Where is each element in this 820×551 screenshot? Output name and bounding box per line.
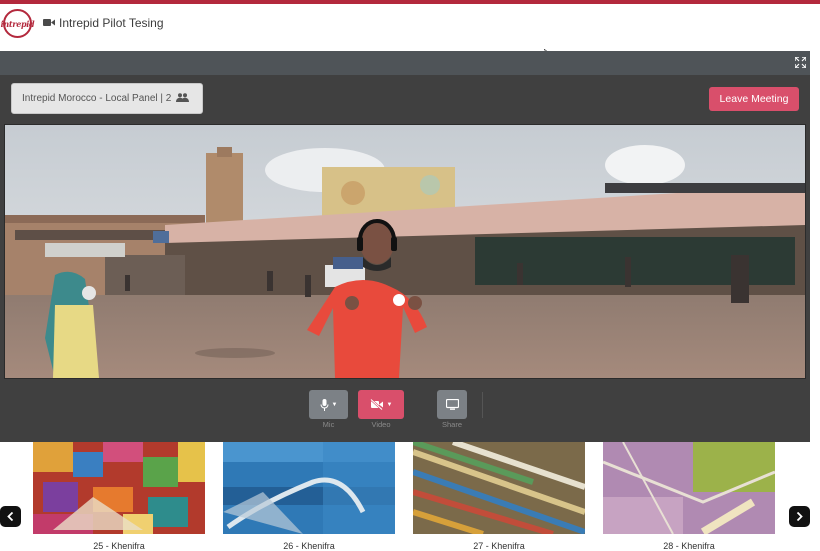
carousel-caption-25: 25 - Khenifra [93,541,145,551]
app-title: Intrepid Pilot Tesing [59,16,164,30]
room-label-text: Intrepid Morocco - Local Panel | 2 [22,93,172,104]
brand-logo[interactable]: intrepid [0,9,35,38]
rug-image-27 [413,442,585,534]
video-label: Video [371,420,391,429]
room-label: Intrepid Morocco - Local Panel | 2 [11,83,203,114]
leave-meeting-button[interactable]: Leave Meeting [709,87,799,111]
app-header: intrepid Intrepid Pilot Tesing [0,4,820,48]
expand-icon[interactable] [795,57,806,68]
rug-image-25 [33,442,205,534]
share-label: Share [441,420,462,429]
meeting-topbar [0,51,810,75]
mic-label: Mic [322,420,335,429]
carousel-caption-28: 28 - Khenifra [663,541,715,551]
video-camera-icon [43,19,55,26]
microphone-icon [320,398,329,411]
mic-caret-icon[interactable]: ▼ [332,402,338,408]
carousel-caption-26: 26 - Khenifra [283,541,335,551]
call-controls: ▼ ▼ Mic Video Share [0,388,810,434]
chevron-left-icon [7,512,14,521]
rug-image-28 [603,442,775,534]
video-off-icon [369,399,383,410]
monitor-icon [445,399,459,410]
carousel-item-27[interactable] [413,442,585,534]
carousel-prev-button[interactable] [0,506,21,527]
video-toggle-button[interactable]: ▼ [358,390,404,419]
video-caret-icon[interactable]: ▼ [387,402,393,408]
share-screen-button[interactable] [437,390,467,419]
chevron-right-icon [796,512,803,521]
mic-button[interactable]: ▼ [309,390,348,419]
video-feed [4,124,806,379]
group-icon [176,93,190,102]
video-frame [5,125,805,378]
rug-image-26 [223,442,395,534]
carousel-item-25[interactable] [33,442,205,534]
carousel-next-button[interactable] [789,506,810,527]
carousel-caption-27: 27 - Khenifra [473,541,525,551]
carousel-item-26[interactable] [223,442,395,534]
meeting-panel: Intrepid Morocco - Local Panel | 2 Leave… [0,51,810,442]
controls-divider [482,392,483,418]
product-carousel: 25 - Khenifra 26 - Khenifra 27 - Khenifr… [0,442,820,551]
carousel-item-28[interactable] [603,442,775,534]
logo-text: intrepid [0,18,35,29]
